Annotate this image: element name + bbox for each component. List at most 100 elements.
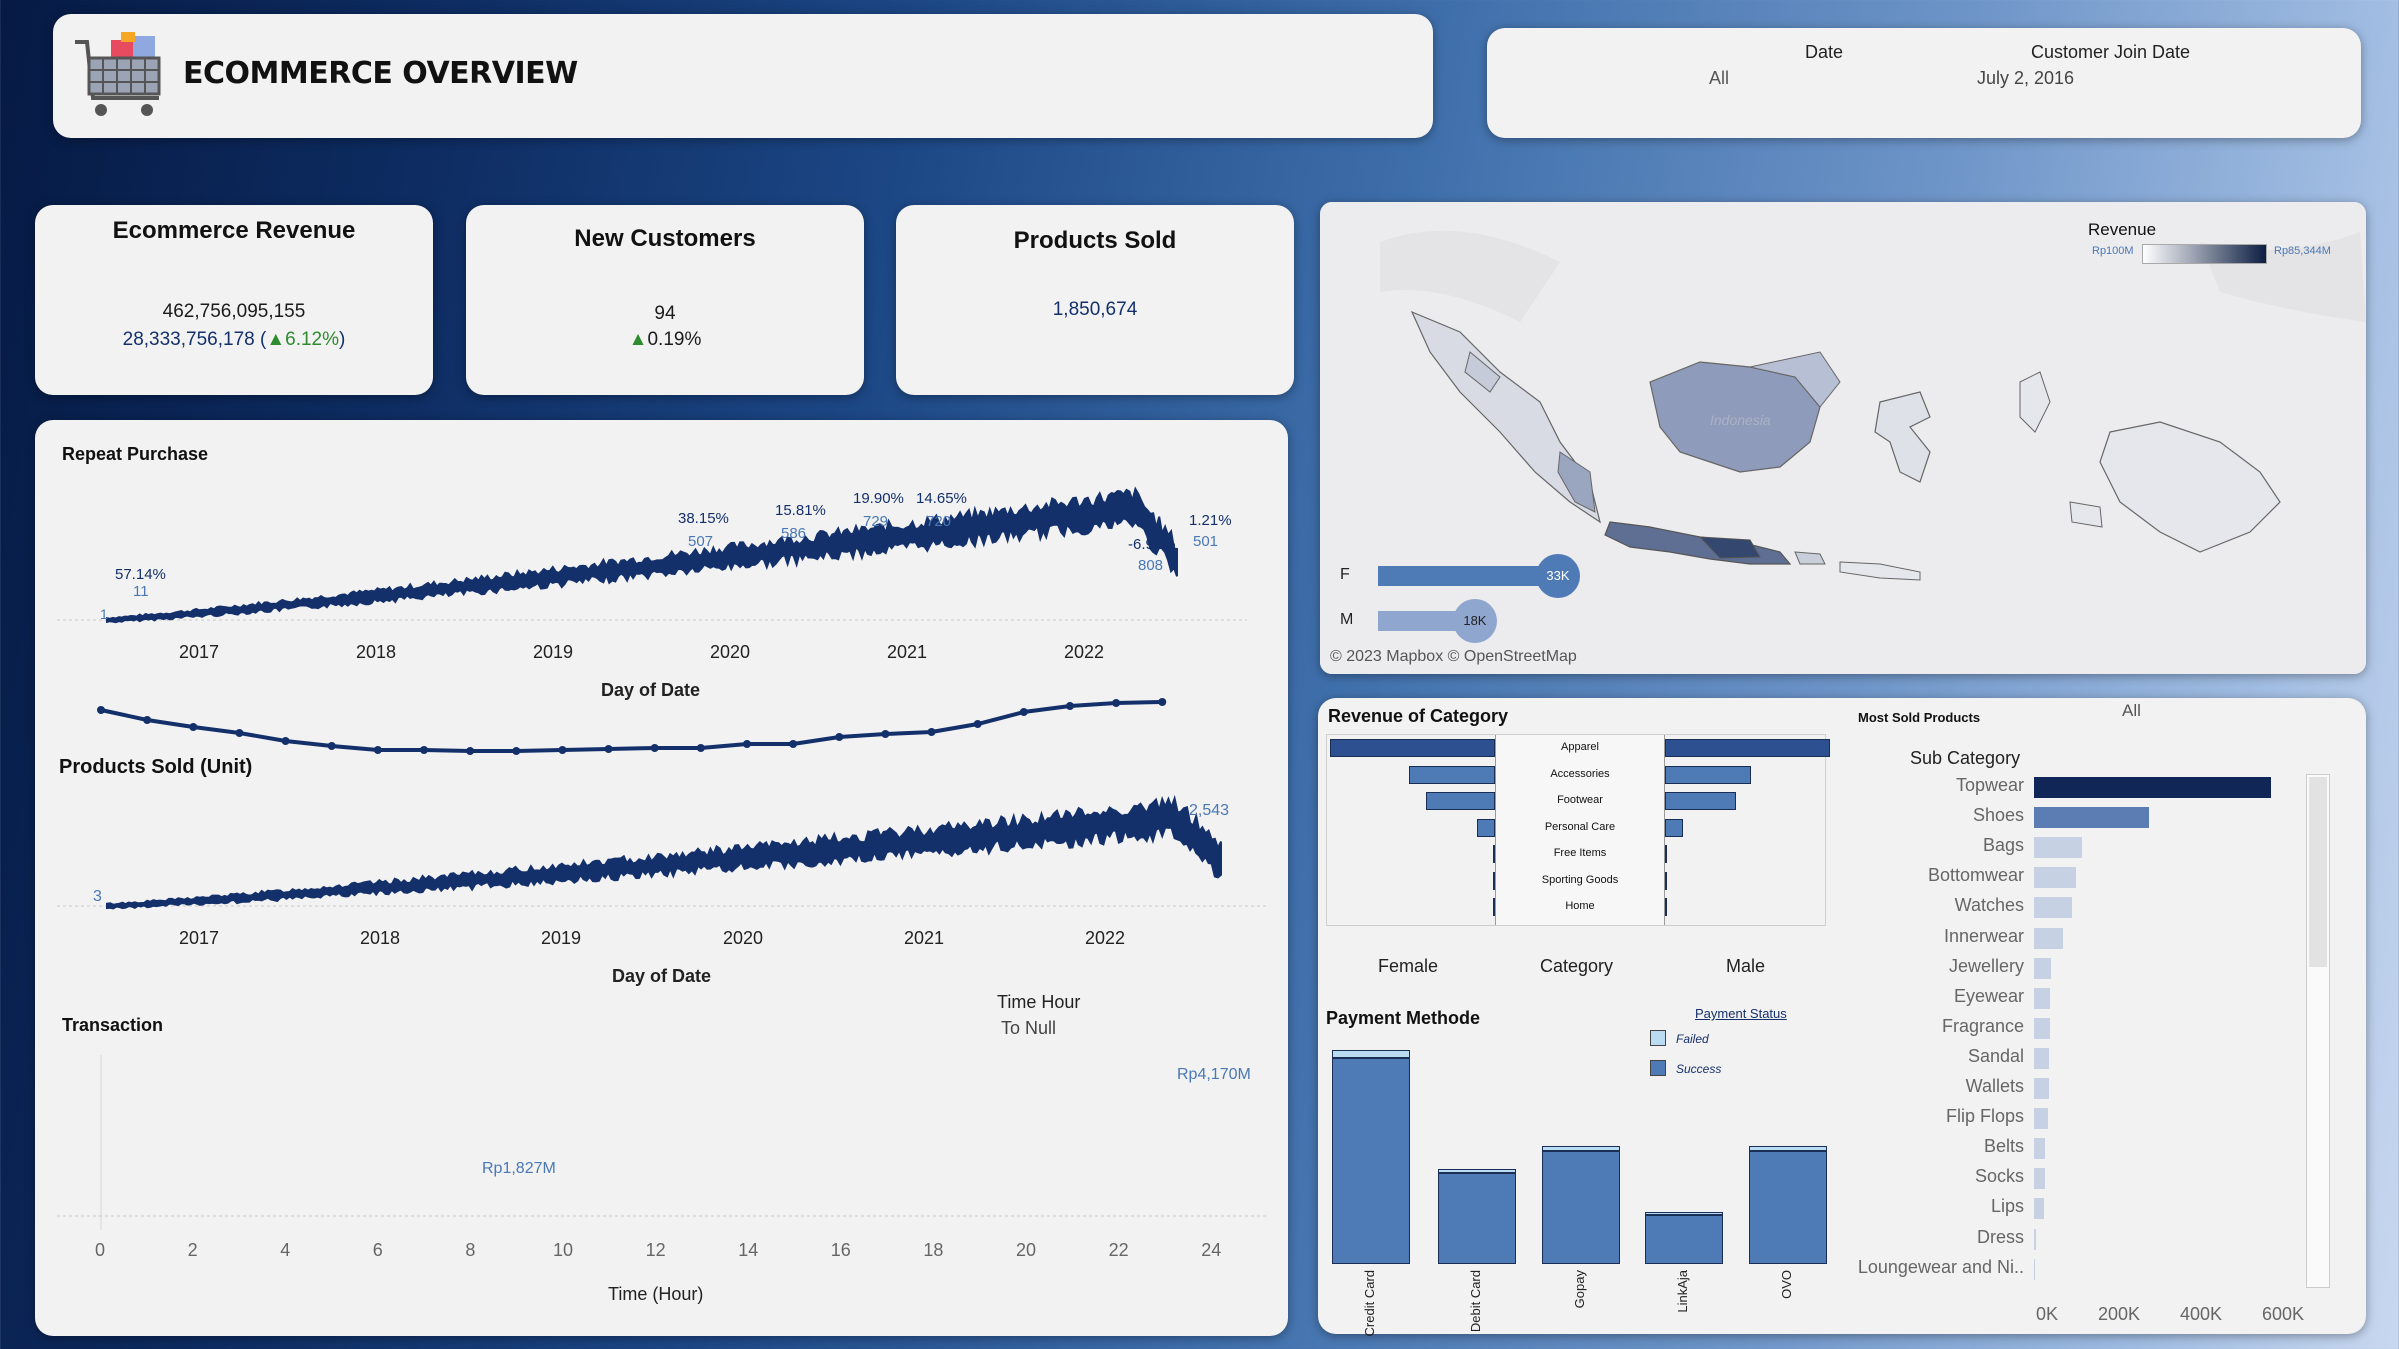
transaction-point[interactable] (189, 723, 198, 731)
transaction-point[interactable] (97, 706, 105, 714)
most-sold-bar[interactable] (2034, 957, 2052, 979)
transaction-point[interactable] (696, 744, 705, 752)
gender-label-m: M (1340, 611, 1354, 628)
transaction-point[interactable] (143, 716, 152, 724)
gender-value-f: 33K (1546, 568, 1570, 583)
transaction-point[interactable] (1158, 698, 1167, 706)
gender-bar-f[interactable] (1378, 566, 1558, 586)
payment-chart[interactable]: Credit Card Debit Card Gopay LinkAja OVO (1318, 698, 1827, 1336)
transaction-point[interactable] (558, 746, 567, 754)
map-legend-min: Rp100M (2092, 245, 2134, 257)
payment-bar-success[interactable] (1645, 1214, 1723, 1264)
transaction-xtick: 24 (1201, 1240, 1222, 1260)
transaction-point[interactable] (281, 737, 290, 745)
transaction-xtick: 16 (830, 1240, 851, 1260)
transaction-point[interactable] (373, 746, 382, 754)
most-sold-label: Shoes (1972, 805, 2024, 826)
kpi-revenue-paren-close: ) (339, 329, 346, 350)
most-sold-scrollbar[interactable] (2306, 774, 2330, 1288)
header-card: ECOMMERCE OVERVIEW (53, 14, 1433, 138)
most-sold-xtick: 400K (2180, 1304, 2223, 1324)
transaction-xtick: 20 (1016, 1240, 1037, 1260)
transaction-point[interactable] (419, 746, 428, 754)
transaction-point[interactable] (1112, 699, 1121, 707)
most-sold-bar[interactable] (2034, 1017, 2051, 1039)
most-sold-bar[interactable] (2034, 927, 2063, 949)
transaction-xtick: 2 (187, 1240, 198, 1260)
payment-bar-failed[interactable] (1749, 1145, 1827, 1151)
gender-value-m: 18K (1463, 613, 1487, 628)
transaction-point[interactable] (512, 747, 521, 755)
payment-bar-failed[interactable] (1438, 1169, 1516, 1174)
trend-panel: Repeat Purchase 1 57.14% 11 38.15% 507 1… (35, 420, 1288, 1336)
transaction-series (100, 700, 1163, 753)
transaction-point[interactable] (789, 740, 798, 748)
transaction-point[interactable] (881, 730, 890, 738)
most-sold-label: Eyewear (1953, 985, 2024, 1006)
most-sold-label: Belts (1983, 1136, 2024, 1157)
kpi-revenue-title: Ecommerce Revenue (112, 217, 356, 244)
transaction-min-label: Rp1,827M (482, 1160, 556, 1177)
most-sold-label: Jewellery (1948, 955, 2024, 976)
transaction-point[interactable] (466, 747, 475, 755)
most-sold-bar[interactable] (2034, 807, 2149, 829)
transaction-point[interactable] (327, 742, 336, 750)
most-sold-bar[interactable] (2034, 1078, 2049, 1099)
most-sold-label: Bags (1982, 835, 2024, 856)
date-filter-value[interactable]: All (1709, 68, 1729, 89)
most-sold-bar[interactable] (2034, 837, 2082, 859)
most-sold-bar[interactable] (2034, 867, 2077, 889)
transaction-point[interactable] (742, 740, 751, 748)
most-sold-bar[interactable] (2034, 777, 2272, 798)
transaction-point[interactable] (1019, 708, 1028, 716)
payment-method-label: Gopay (1572, 1270, 1587, 1309)
transaction-point[interactable] (927, 728, 936, 736)
map-card[interactable]: Indonesia Revenue Rp100M Rp85,344M F 33K… (1320, 202, 2366, 674)
transaction-point[interactable] (973, 720, 982, 728)
payment-bar-success[interactable] (1542, 1150, 1620, 1264)
most-sold-col-title: Sub Category (1910, 748, 2021, 768)
kpi-revenue-card: Ecommerce Revenue 462,756,095,155 28,333… (35, 205, 433, 395)
most-sold-bar[interactable] (2034, 897, 2073, 919)
most-sold-xtick: 0K (2036, 1304, 2059, 1324)
most-sold-bar[interactable] (2034, 1258, 2036, 1280)
most-sold-bar[interactable] (2034, 1168, 2046, 1190)
payment-bar-success[interactable] (1332, 1058, 1410, 1264)
most-sold-label: Topwear (1955, 775, 2024, 795)
transaction-point[interactable] (1065, 702, 1074, 710)
transaction-point[interactable] (604, 745, 613, 753)
transaction-chart[interactable] (35, 420, 1288, 1336)
most-sold-filter[interactable]: All (2122, 701, 2141, 721)
payment-bar-success[interactable] (1438, 1173, 1516, 1264)
payment-bar-failed[interactable] (1542, 1145, 1620, 1151)
payment-bar-failed[interactable] (1645, 1211, 1723, 1215)
payment-bar-failed[interactable] (1332, 1049, 1410, 1058)
most-sold-bar[interactable] (2034, 1138, 2046, 1160)
kpi-customers-delta-row: ▲0.19% (466, 329, 864, 351)
category-payment-panel: Revenue of Category Apparel Accessories Fo… (1318, 698, 2366, 1336)
transaction-point[interactable] (835, 733, 844, 741)
payment-method-label: OVO (1779, 1270, 1794, 1299)
most-sold-bar[interactable] (2034, 1108, 2048, 1130)
most-sold-label: Sandal (1967, 1045, 2024, 1066)
most-sold-label: Fragrance (1941, 1015, 2024, 1036)
payment-method-label: Credit Card (1362, 1270, 1377, 1337)
transaction-point[interactable] (650, 744, 659, 752)
most-sold-bar[interactable] (2034, 1198, 2044, 1220)
most-sold-scrollbar-thumb[interactable] (2309, 777, 2327, 967)
most-sold-label: Innerwear (1943, 925, 2024, 946)
payment-bar-success[interactable] (1749, 1150, 1827, 1264)
join-date-filter-value[interactable]: July 2, 2016 (1977, 68, 2074, 89)
most-sold-bar[interactable] (2034, 1047, 2050, 1069)
most-sold-bar[interactable] (2034, 1228, 2036, 1250)
most-sold-label: Flip Flops (1945, 1106, 2024, 1127)
transaction-point[interactable] (235, 729, 244, 737)
most-sold-bar[interactable] (2034, 987, 2051, 1009)
transaction-max-label: Rp4,170M (1177, 1066, 1251, 1083)
up-arrow-icon: ▲ (628, 329, 648, 350)
page-title: ECOMMERCE OVERVIEW (183, 56, 578, 91)
map-legend-title: Revenue (2088, 220, 2157, 239)
transaction-xtick: 14 (738, 1240, 759, 1260)
payment-method-label: Debit Card (1468, 1270, 1483, 1333)
most-sold-label: Watches (1954, 895, 2024, 916)
